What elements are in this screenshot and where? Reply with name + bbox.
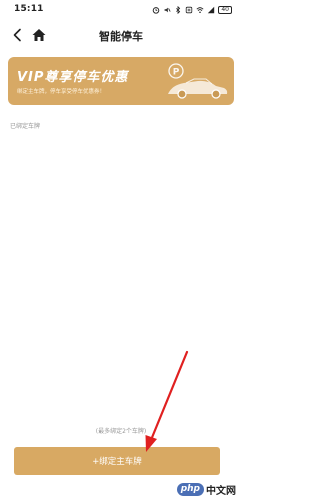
bind-button-label: +绑定主车牌 bbox=[92, 457, 142, 467]
bind-limit-hint: (最多绑定2个车牌) bbox=[95, 428, 147, 435]
status-icons: 40 bbox=[152, 5, 232, 15]
bound-plates-label: 已绑定车牌 bbox=[10, 123, 41, 130]
battery-indicator: 40 bbox=[218, 6, 232, 14]
bluetooth-icon bbox=[176, 6, 181, 14]
nav-bar: 智能停车 bbox=[0, 20, 242, 50]
bind-main-plate-button[interactable]: +绑定主车牌 bbox=[14, 447, 220, 475]
parking-car-illustration: P bbox=[168, 63, 228, 99]
signal-icon bbox=[208, 6, 215, 14]
watermark-logo: php bbox=[176, 482, 204, 496]
status-time: 15:11 bbox=[14, 4, 44, 14]
banner-subtitle: 绑定主车牌，停车享受停车优惠券！ bbox=[17, 89, 106, 95]
watermark: php 中文网 bbox=[176, 482, 236, 497]
watermark-text: 中文网 bbox=[206, 485, 236, 497]
mute-icon bbox=[164, 7, 171, 13]
status-bar: 15:11 40 bbox=[0, 0, 242, 20]
parking-letter: P bbox=[173, 68, 180, 78]
vip-banner[interactable]: VIP尊享停车优惠 绑定主车牌，停车享受停车优惠券！ P bbox=[8, 57, 234, 105]
page-title: 智能停车 bbox=[99, 30, 143, 43]
banner-title: VIP尊享停车优惠 bbox=[17, 70, 129, 85]
nfc-icon bbox=[186, 6, 193, 14]
alarm-icon bbox=[153, 7, 160, 14]
wifi-icon bbox=[196, 7, 204, 14]
